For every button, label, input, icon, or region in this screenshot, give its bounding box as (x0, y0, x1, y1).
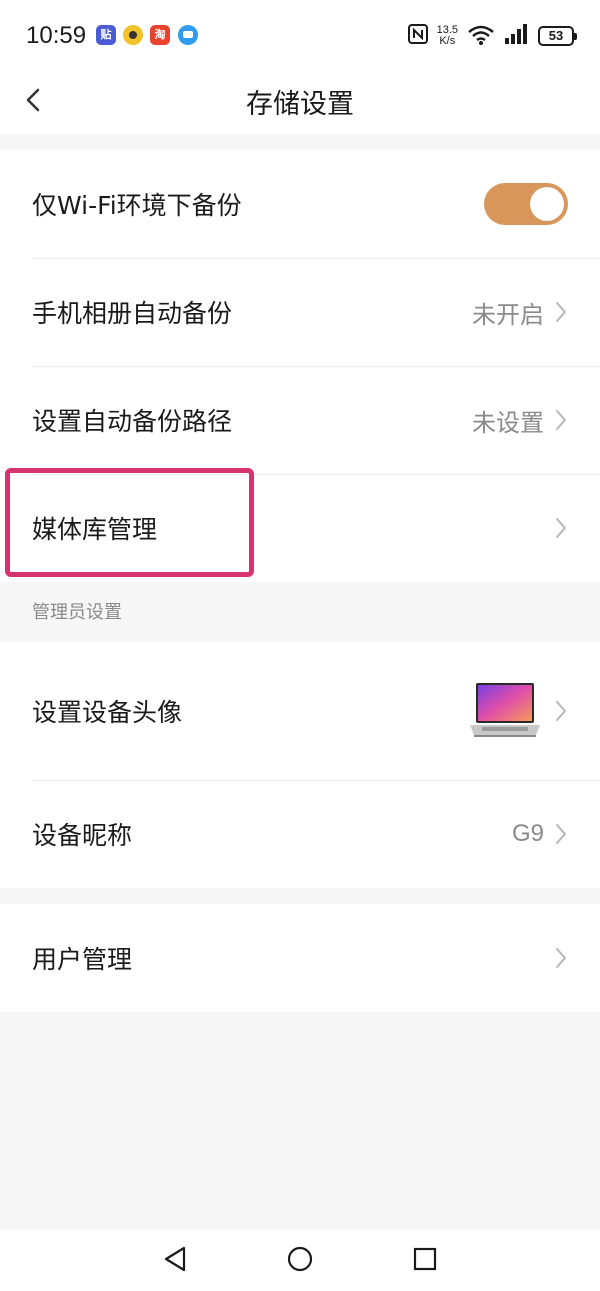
admin-settings-card: 设置设备头像 设备昵称 G9 (0, 642, 600, 888)
toggle-knob (530, 187, 564, 221)
back-triangle-icon (164, 1246, 186, 1272)
chevron-right-icon (556, 701, 566, 721)
laptop-image (470, 683, 540, 737)
device-nickname-value: G9 (511, 820, 544, 847)
media-library-row[interactable]: 媒体库管理 (0, 474, 600, 582)
chevron-right-icon (556, 948, 566, 968)
chevron-right-icon (556, 302, 566, 322)
chevron-right-icon (556, 518, 566, 538)
device-avatar-row[interactable]: 设置设备头像 (0, 642, 600, 780)
wifi-only-backup-label: 仅Wi-Fi环境下备份 (32, 191, 242, 220)
chevron-right-icon (556, 824, 566, 844)
album-auto-backup-value: 未开启 (472, 301, 544, 329)
status-time: 10:59 (26, 22, 87, 49)
cell-signal-icon (504, 23, 530, 49)
wifi-only-backup-toggle[interactable] (484, 183, 568, 225)
recents-square-icon (413, 1247, 437, 1271)
nav-back-button[interactable] (160, 1244, 190, 1274)
backup-settings-card: 仅Wi-Fi环境下备份 手机相册自动备份 未开启 设置自动备份路径 未设置 媒体… (0, 150, 600, 582)
network-speed: 13.5 K/s (436, 24, 458, 47)
tieba-icon: 贴 (96, 25, 116, 45)
album-auto-backup-label: 手机相册自动备份 (32, 299, 233, 328)
yellow-app-icon (123, 25, 143, 45)
taobao-icon: 淘 (150, 25, 170, 45)
user-management-label: 用户管理 (32, 945, 133, 974)
media-library-label: 媒体库管理 (32, 515, 158, 544)
system-nav-bar (0, 1230, 600, 1291)
admin-section-header: 管理员设置 (32, 602, 122, 623)
wifi-only-backup-row: 仅Wi-Fi环境下备份 (0, 150, 600, 258)
page-title: 存储设置 (246, 89, 354, 120)
wifi-6-icon (466, 22, 496, 50)
nav-home-button[interactable] (285, 1244, 315, 1274)
home-circle-icon (287, 1246, 313, 1272)
device-avatar-label: 设置设备头像 (32, 698, 183, 727)
device-nickname-label: 设备昵称 (32, 821, 133, 850)
battery-indicator: 53 (538, 26, 577, 46)
user-settings-card: 用户管理 (0, 904, 600, 1012)
user-management-row[interactable]: 用户管理 (0, 904, 600, 1012)
album-auto-backup-row[interactable]: 手机相册自动备份 未开启 (0, 258, 600, 366)
backup-path-label: 设置自动备份路径 (32, 407, 233, 436)
chevron-right-icon (556, 410, 566, 430)
app-header: 存储设置 (0, 72, 600, 134)
messages-icon (178, 25, 198, 45)
status-bar: 10:59 贴 淘 13.5 K/s 53 (0, 0, 600, 72)
nav-recents-button[interactable] (410, 1244, 440, 1274)
nfc-icon (407, 23, 429, 49)
device-nickname-row[interactable]: 设备昵称 G9 (0, 780, 600, 888)
backup-path-value: 未设置 (472, 409, 544, 437)
backup-path-row[interactable]: 设置自动备份路径 未设置 (0, 366, 600, 474)
